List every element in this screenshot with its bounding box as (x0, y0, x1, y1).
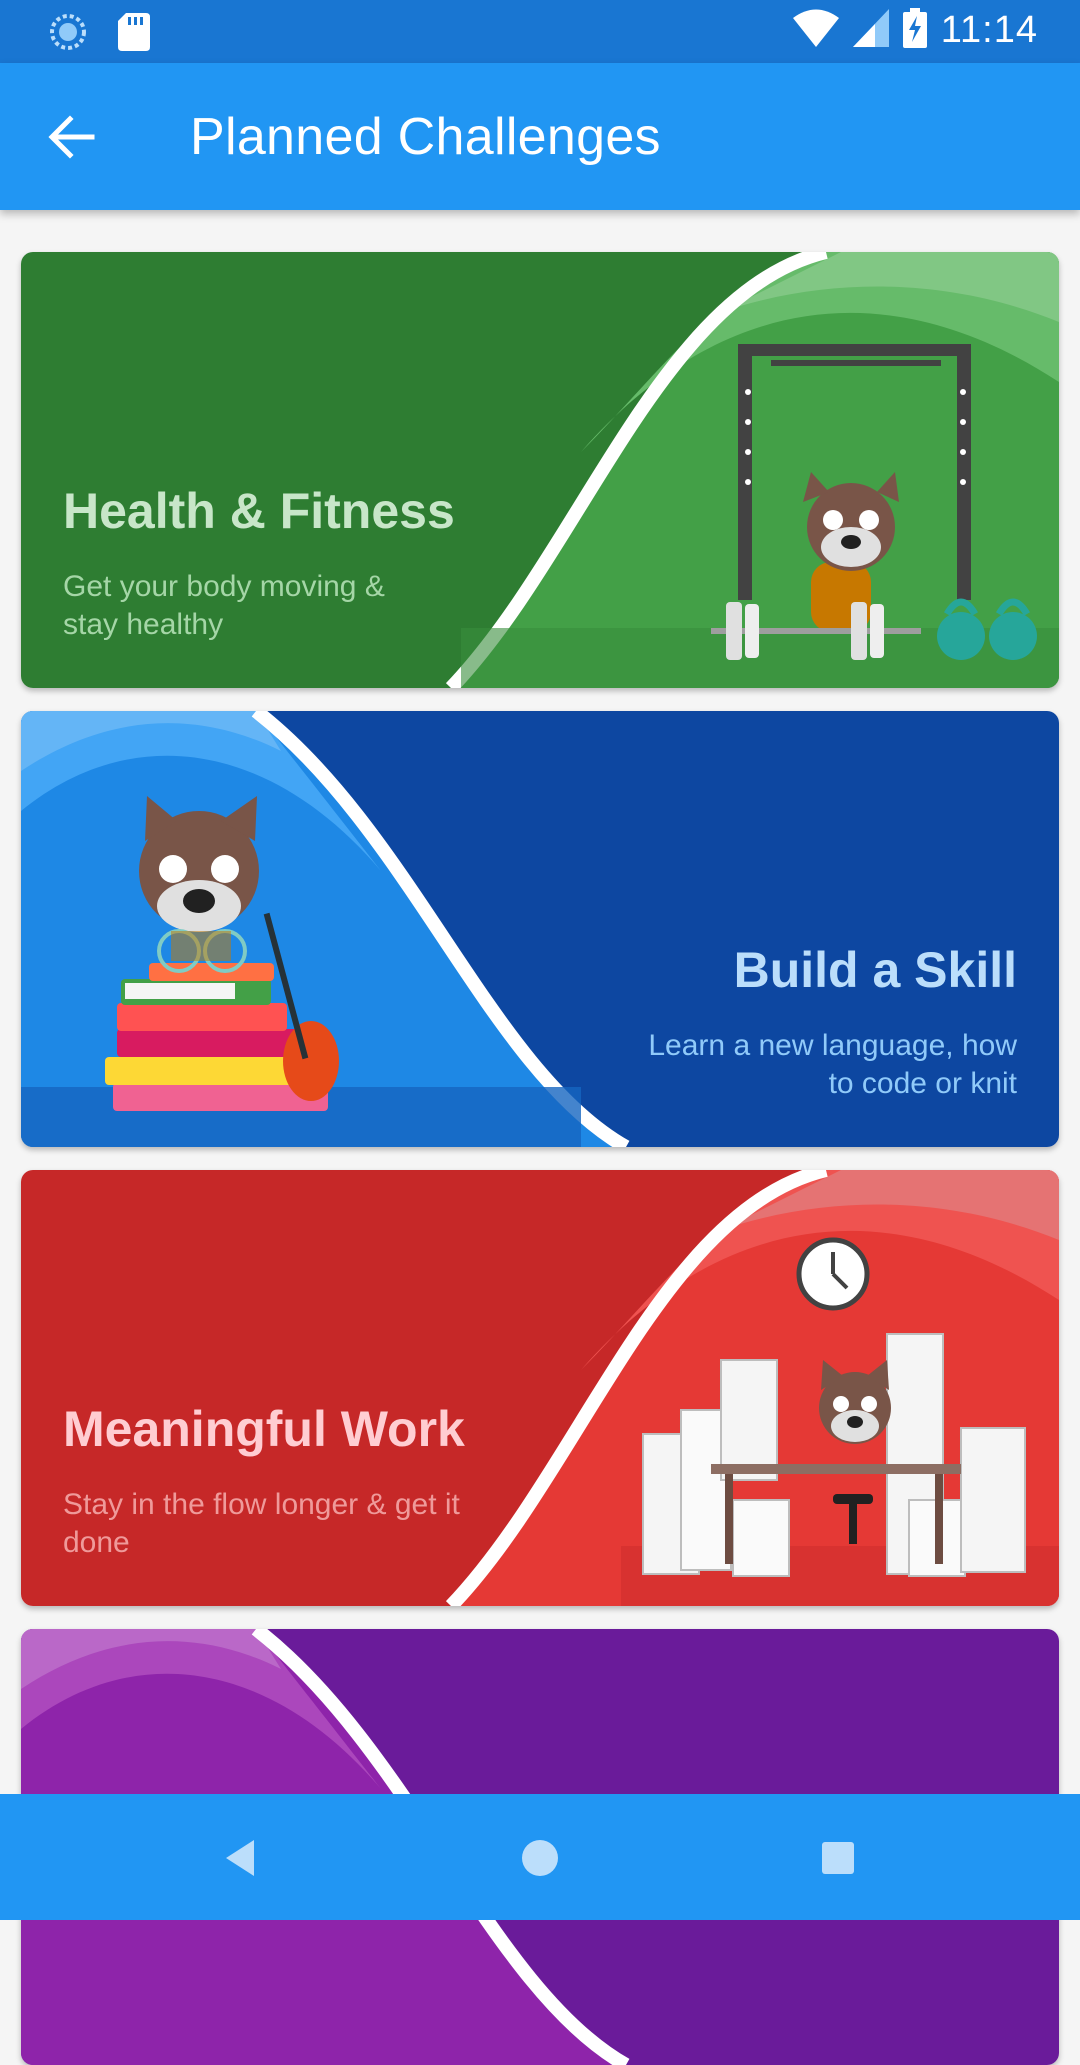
card-subtitle: Get your body moving & stay healthy (63, 568, 385, 644)
nav-recents-button[interactable] (810, 1830, 866, 1886)
status-time: 11:14 (940, 9, 1038, 51)
arrow-back-icon (48, 115, 95, 159)
nav-home-icon (522, 1840, 558, 1876)
card-subtitle-line: Get your body moving & (63, 570, 385, 603)
card-title: Build a Skill (733, 942, 1017, 998)
dog-mascot-illustration (819, 1360, 891, 1444)
nav-back-button[interactable] (214, 1830, 270, 1886)
card-subtitle-line: done (63, 1526, 130, 1559)
card-subtitle: Stay in the flow longer & get it done (63, 1486, 460, 1562)
page-title: Planned Challenges (190, 108, 661, 166)
back-button[interactable] (40, 105, 104, 169)
challenge-card-build-a-skill[interactable]: Build a Skill Learn a new language, how … (21, 711, 1059, 1147)
cell-signal-icon (852, 9, 889, 52)
navigation-bar (0, 1794, 1080, 1920)
card-title: Meaningful Work (63, 1401, 465, 1457)
sd-card-icon (118, 13, 150, 56)
clock-illustration (796, 1237, 870, 1311)
battery-charging-icon (902, 8, 927, 53)
nav-home-button[interactable] (512, 1830, 568, 1886)
card-subtitle-line: Stay in the flow longer & get it (63, 1488, 460, 1521)
card-subtitle: Learn a new language, how to code or kni… (648, 1027, 1017, 1103)
challenge-card-meaningful-work[interactable]: Meaningful Work Stay in the flow longer … (21, 1170, 1059, 1606)
app-bar: Planned Challenges (0, 63, 1080, 210)
card-subtitle-line: Learn a new language, how (648, 1029, 1017, 1062)
wifi-icon (792, 9, 839, 52)
status-bar: 11:14 (0, 0, 1080, 63)
challenge-card-health-fitness[interactable]: Health & Fitness Get your body moving & … (21, 252, 1059, 688)
card-subtitle-line: to code or knit (828, 1067, 1017, 1100)
nav-back-icon (226, 1840, 254, 1876)
card-subtitle-line: stay healthy (63, 608, 224, 641)
loading-icon (48, 12, 88, 57)
card-title: Health & Fitness (63, 483, 455, 539)
nav-recents-icon (822, 1842, 854, 1874)
